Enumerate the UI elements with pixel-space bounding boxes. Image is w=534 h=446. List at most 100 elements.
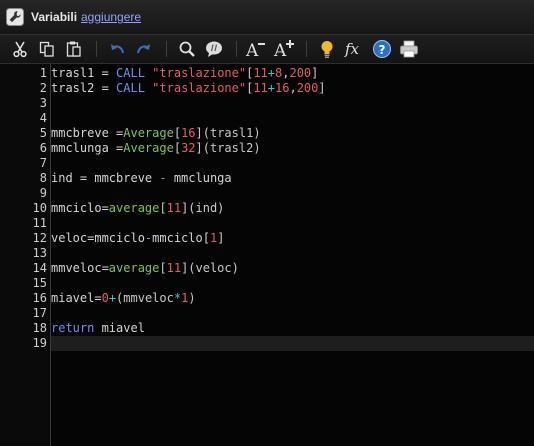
function-button[interactable]: fx <box>343 38 365 60</box>
line-number: 7 <box>39 156 47 170</box>
code-token: ] <box>311 66 319 80</box>
help-icon: ? <box>373 40 391 58</box>
line-number: 10 <box>32 201 47 215</box>
line-number: 11 <box>32 216 47 230</box>
code-token: + <box>108 291 117 305</box>
code-token: "traslazione" <box>152 66 247 80</box>
line-number: 5 <box>39 126 47 140</box>
toolbar-separator <box>306 41 307 57</box>
code-token: , <box>289 81 297 95</box>
svg-text:A: A <box>245 41 259 59</box>
code-line[interactable]: trasl1 = CALL "traslazione"[11+8,200] <box>51 66 318 81</box>
undo-button[interactable] <box>106 38 128 60</box>
code-line[interactable]: veloc=mmciclo-mmciclo[1] <box>51 231 224 246</box>
code-line[interactable]: miavel=0+(mmveloc*1) <box>51 291 196 306</box>
paste-icon <box>66 41 81 57</box>
code-token: ](trasl2) <box>195 141 261 155</box>
code-token: CALL <box>116 66 145 80</box>
code-line[interactable]: mmclunga =Average[32](trasl2) <box>51 141 261 156</box>
code-token: + <box>267 81 276 95</box>
code-token: CALL <box>116 81 145 95</box>
line-number: 1 <box>39 66 47 80</box>
code-token: ](veloc) <box>181 261 239 275</box>
code-token: [ <box>159 261 167 275</box>
code-token: 0 <box>101 291 109 305</box>
copy-icon <box>39 41 54 57</box>
code-line[interactable]: ind = mmcbreve - mmclunga <box>51 171 232 186</box>
code-token: mmveloc= <box>51 261 109 275</box>
line-number: 3 <box>39 96 47 110</box>
print-button[interactable] <box>398 38 420 60</box>
increase-font-icon: A <box>273 40 294 59</box>
cut-button[interactable] <box>9 38 31 60</box>
toolbar-separator <box>96 41 97 57</box>
code-token: mmcbreve = <box>51 126 124 140</box>
code-line[interactable]: mmcbreve =Average[16](trasl1) <box>51 126 261 141</box>
code-token: [ <box>173 141 182 155</box>
svg-text:?: ? <box>379 43 386 57</box>
code-token: 11 <box>166 201 182 215</box>
lightbulb-icon <box>321 41 333 58</box>
line-number: 16 <box>32 291 47 305</box>
code-token: average <box>108 201 160 215</box>
code-token: miavel <box>94 321 145 335</box>
line-number: 19 <box>32 336 47 350</box>
line-number: 14 <box>32 261 47 275</box>
code-token: 16 <box>181 126 196 140</box>
panel-title: Variabili <box>31 10 78 24</box>
code-token: 11 <box>253 81 268 95</box>
code-token: Average <box>123 141 174 155</box>
line-number: 2 <box>39 81 47 95</box>
lightbulb-button[interactable] <box>316 38 338 60</box>
comment-icon <box>206 41 222 57</box>
code-token: 16 <box>275 81 290 95</box>
add-link[interactable]: aggiungere <box>81 10 141 24</box>
code-token: [ <box>159 201 167 215</box>
code-token: ind = mmcbreve <box>51 171 160 185</box>
code-token: 32 <box>181 141 196 155</box>
code-line[interactable]: return miavel <box>51 321 145 336</box>
toolbar-separator <box>236 41 237 57</box>
line-number: 13 <box>32 246 47 260</box>
search-button[interactable] <box>176 38 198 60</box>
code-token: ] <box>217 231 225 245</box>
code-token: trasl2 = <box>51 81 117 95</box>
code-token: ] <box>318 81 326 95</box>
help-button[interactable]: ? <box>371 38 393 60</box>
increase-font-button[interactable]: A <box>273 38 295 60</box>
redo-button[interactable] <box>133 38 155 60</box>
code-token: + <box>267 66 276 80</box>
editor-toolbar: A A fx ? <box>0 35 534 64</box>
code-token: trasl1 = <box>51 66 117 80</box>
code-token: mmclunga = <box>51 141 124 155</box>
code-token: 200 <box>289 66 312 80</box>
code-token: 200 <box>296 81 319 95</box>
line-number: 4 <box>39 111 47 125</box>
function-icon: fx <box>344 40 360 58</box>
line-number: 15 <box>32 276 47 290</box>
line-number: 12 <box>32 231 47 245</box>
code-token: - <box>159 171 167 185</box>
code-token: mmclunga <box>166 171 232 185</box>
cut-icon <box>13 41 27 58</box>
code-line[interactable]: mmveloc=average[11](veloc) <box>51 261 239 276</box>
code-token: [ <box>173 126 182 140</box>
paste-button[interactable] <box>63 38 85 60</box>
toolbar-separator <box>166 41 167 57</box>
search-icon <box>179 41 195 57</box>
code-token: average <box>108 261 160 275</box>
comment-button[interactable] <box>203 38 225 60</box>
redo-icon <box>137 44 150 54</box>
code-token: Average <box>123 126 174 140</box>
copy-button[interactable] <box>36 38 58 60</box>
code-token: ](ind) <box>181 201 225 215</box>
line-number: 8 <box>39 171 47 185</box>
decrease-font-icon: A <box>245 41 265 59</box>
code-line[interactable]: mmciclo=average[11](ind) <box>51 201 224 216</box>
decrease-font-button[interactable]: A <box>245 38 267 60</box>
code-token: veloc=mmciclo <box>51 231 145 245</box>
code-line[interactable]: trasl2 = CALL "traslazione"[11+16,200] <box>51 81 326 96</box>
code-token: ) <box>188 291 196 305</box>
code-editor[interactable]: 1 2 3 4 5 6 7 8 9 10 11 12 13 14 15 16 17 18 19 trasl1 = C… <box>0 64 534 446</box>
code-token: 11 <box>253 66 268 80</box>
